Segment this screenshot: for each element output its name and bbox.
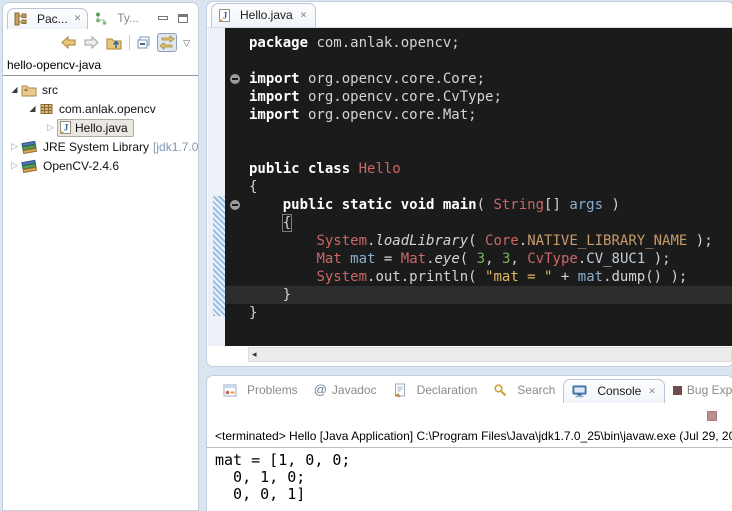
tree-item-label: OpenCV-2.4.6	[43, 159, 119, 173]
tab-label: Console	[597, 384, 641, 398]
editor-tab-hello-java[interactable]: J Hello.java ✕	[211, 3, 316, 27]
link-with-editor-button[interactable]	[157, 33, 177, 52]
selected-item-box[interactable]: J Hello.java	[57, 119, 134, 137]
package-explorer-view: Pac... ✕ Ty... ▽ he	[2, 2, 199, 511]
editor-horizontal-scrollbar[interactable]: ◂	[248, 347, 732, 362]
tree-item-src[interactable]: ◢ src	[3, 80, 198, 99]
close-icon[interactable]: ✕	[300, 10, 308, 21]
tree-item-label: JRE System Library	[43, 140, 149, 154]
declaration-icon	[393, 383, 407, 397]
type-hierarchy-icon	[94, 11, 108, 25]
java-file-icon: J	[60, 121, 71, 134]
editor-tab-label: Hello.java	[240, 8, 293, 22]
javadoc-at-icon: @	[314, 382, 327, 397]
tab-search[interactable]: Search	[485, 379, 563, 403]
console-process-header: <terminated> Hello [Java Application] C:…	[207, 429, 732, 448]
expander-closed-icon[interactable]: ▷	[8, 160, 21, 171]
code-editor[interactable]: package com.anlak.opencv;import org.open…	[225, 28, 732, 346]
tree-item-label: Hello.java	[75, 121, 128, 135]
tab-package-explorer[interactable]: Pac... ✕	[7, 8, 88, 29]
console-output[interactable]: mat = [1, 0, 0; 0, 1, 0; 0, 0, 1]	[207, 448, 732, 507]
tree-item-detail: [jdk1.7.0	[153, 140, 198, 154]
svg-text:J: J	[223, 10, 228, 20]
tree-item-label: src	[42, 83, 58, 97]
tab-bug-explorer[interactable]: Bug Explorer	[665, 379, 732, 403]
editor-area: J Hello.java ✕ package com.anlak.opencv;…	[206, 1, 732, 367]
tab-label: Pac...	[37, 12, 68, 26]
scroll-left-icon[interactable]: ◂	[252, 349, 257, 360]
editor-content: package com.anlak.opencv;import org.open…	[208, 28, 732, 346]
tab-javadoc[interactable]: @ Javadoc	[306, 378, 385, 403]
expander-closed-icon[interactable]: ▷	[8, 141, 21, 152]
view-tab-bar: Pac... ✕ Ty...	[3, 3, 198, 30]
close-icon[interactable]: ✕	[74, 13, 82, 24]
fold-collapse-icon[interactable]	[230, 200, 240, 210]
view-minmax-controls	[158, 14, 188, 23]
tab-label: Search	[517, 383, 555, 397]
tab-label: Ty...	[117, 11, 139, 25]
bottom-view-tab-bar: Problems @ Javadoc Declaration Search Co…	[207, 376, 732, 403]
library-icon	[21, 140, 38, 154]
back-button[interactable]	[60, 36, 77, 49]
tree-item-hello-java[interactable]: ▷ J Hello.java	[3, 118, 198, 137]
expander-closed-icon[interactable]: ▷	[44, 122, 57, 133]
package-icon	[39, 102, 54, 116]
tree-item-opencv-library[interactable]: ▷ OpenCV-2.4.6	[3, 156, 198, 175]
library-icon	[21, 159, 38, 173]
tab-problems[interactable]: Problems	[215, 379, 306, 403]
tab-declaration[interactable]: Declaration	[385, 379, 486, 403]
package-explorer-toolbar: ▽	[3, 30, 198, 55]
fold-collapse-icon[interactable]	[230, 74, 240, 84]
tree-item-label: com.anlak.opencv	[59, 102, 156, 116]
tab-type-hierarchy[interactable]: Ty...	[88, 8, 145, 28]
tab-label: Declaration	[417, 383, 478, 397]
problems-icon	[223, 384, 237, 397]
tab-label: Javadoc	[332, 383, 377, 397]
tab-label: Bug Explorer	[687, 383, 732, 397]
collapse-all-button[interactable]	[136, 36, 151, 50]
svg-text:J: J	[64, 123, 69, 133]
explorer-root-label: hello-opencv-java	[3, 55, 198, 76]
range-indicator	[213, 196, 225, 316]
tree-item-jre-library[interactable]: ▷ JRE System Library [jdk1.7.0	[3, 137, 198, 156]
toolbar-separator	[129, 35, 130, 50]
tab-label: Problems	[247, 383, 298, 397]
console-view: Problems @ Javadoc Declaration Search Co…	[206, 375, 732, 511]
project-tree: ◢ src ◢ com.anlak.opencv ▷ J Hello.java …	[3, 76, 198, 175]
tree-item-package[interactable]: ◢ com.anlak.opencv	[3, 99, 198, 118]
java-file-icon: J	[219, 9, 230, 22]
console-icon	[572, 385, 587, 398]
expander-open-icon[interactable]: ◢	[8, 85, 21, 94]
go-into-button[interactable]	[106, 35, 123, 50]
search-icon	[493, 383, 507, 397]
package-explorer-icon	[14, 12, 28, 26]
source-folder-icon	[21, 83, 37, 97]
code-text[interactable]: package com.anlak.opencv;import org.open…	[225, 28, 732, 322]
eclipse-workbench: { "colors": { "window_bg": "#dbe5f1", "e…	[0, 0, 732, 511]
editor-tab-bar: J Hello.java ✕	[207, 2, 732, 28]
maximize-icon[interactable]	[178, 14, 188, 23]
terminate-button[interactable]	[707, 411, 717, 421]
console-toolbar	[207, 403, 732, 429]
forward-button[interactable]	[83, 36, 100, 49]
close-icon[interactable]: ✕	[648, 386, 656, 397]
bug-icon	[673, 386, 682, 395]
view-menu-icon[interactable]: ▽	[183, 38, 190, 48]
annotation-ruler[interactable]	[208, 28, 225, 346]
expander-open-icon[interactable]: ◢	[26, 104, 39, 113]
tab-console[interactable]: Console ✕	[563, 379, 665, 403]
minimize-icon[interactable]	[158, 16, 168, 20]
